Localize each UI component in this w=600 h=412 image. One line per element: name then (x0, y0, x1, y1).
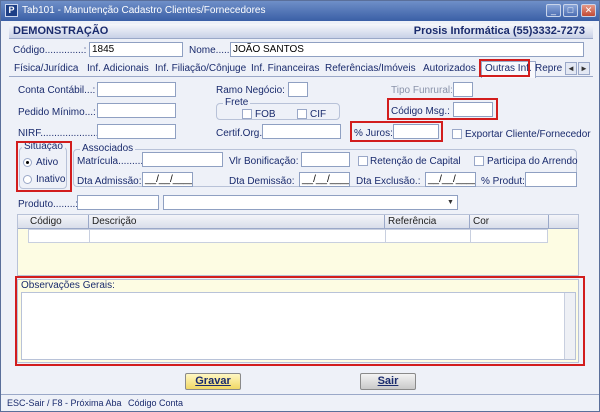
exportar-checkbox[interactable] (452, 129, 462, 139)
tab-scroll-left-icon[interactable]: ◄ (565, 62, 577, 75)
participa-checkbox[interactable] (474, 156, 484, 166)
minimize-button[interactable]: _ (546, 4, 561, 17)
certif-org-input[interactable] (262, 124, 341, 139)
tipo-funrural-input[interactable] (453, 82, 473, 97)
vendor-info: Prosis Informática (55)3332-7273 (413, 25, 585, 37)
col-codigo[interactable]: Código (30, 216, 62, 227)
col-separator (469, 215, 470, 229)
tipo-funrural-label: Tipo Funrural: (391, 85, 453, 96)
cell-separator (470, 230, 471, 242)
cif-label: CIF (310, 109, 327, 120)
dta-demissao-label: Dta Demissão: (229, 176, 295, 187)
nirf-input[interactable] (97, 124, 176, 139)
produto-label: Produto........: (18, 199, 79, 210)
grid-header: Código Descrição Referência Cor (18, 215, 578, 229)
cell-separator (89, 230, 90, 242)
window-title: Tab101 - Manutenção Cadastro Clientes/Fo… (22, 5, 266, 16)
title-bar: P Tab101 - Manutenção Cadastro Clientes/… (1, 1, 599, 21)
company-name: DEMONSTRAÇÃO (13, 25, 109, 37)
col-descricao[interactable]: Descrição (92, 216, 136, 227)
nome-field[interactable]: JOÃO SANTOS (230, 42, 584, 57)
close-button[interactable]: ✕ (581, 4, 596, 17)
pedido-minimo-label: Pedido Mínimo...: (18, 107, 96, 118)
vlr-bonificacao-label: Vlr Bonificação: (229, 156, 299, 167)
gravar-button[interactable]: Gravar (185, 373, 241, 390)
conta-contabil-label: Conta Contábil...: (18, 85, 96, 96)
tab-repre[interactable]: Repre (535, 63, 562, 74)
highlight-observacoes (15, 276, 585, 366)
codigo-field[interactable]: 1845 (89, 42, 183, 57)
dta-demissao-input[interactable]: __/__/____ (299, 172, 350, 187)
table-row[interactable] (28, 229, 548, 243)
company-header: DEMONSTRAÇÃO Prosis Informática (55)3332… (9, 24, 593, 39)
dta-exclusao-label: Dta Exclusão.: (356, 176, 421, 187)
perc-produt-input[interactable] (525, 172, 577, 187)
produtos-grid: Código Descrição Referência Cor (17, 214, 579, 276)
cif-checkbox[interactable] (297, 109, 307, 119)
associados-title: Associados (80, 143, 136, 154)
highlight-perc-juros (350, 121, 443, 142)
tab-referencias-imoveis[interactable]: Referências/Imóveis (325, 63, 416, 74)
nome-label: Nome.....: (189, 45, 233, 56)
dta-admissao-label: Dta Admissão: (77, 176, 142, 187)
status-bar: ESC-Sair / F8 - Próxima Aba Código Conta (1, 394, 599, 411)
col-separator (548, 215, 549, 229)
status-shortcuts: ESC-Sair / F8 - Próxima Aba (7, 398, 122, 408)
retencao-label: Retenção de Capital (370, 156, 461, 167)
app-window: P Tab101 - Manutenção Cadastro Clientes/… (0, 0, 600, 412)
ramo-negocio-input[interactable] (288, 82, 308, 97)
vlr-bonificacao-input[interactable] (301, 152, 350, 167)
retencao-checkbox[interactable] (358, 156, 368, 166)
ramo-negocio-label: Ramo Negócio: (216, 85, 285, 96)
status-field-hint: Código Conta (128, 398, 184, 408)
produto-select[interactable]: ▼ (163, 195, 458, 210)
frete-title: Frete (223, 97, 251, 108)
col-referencia[interactable]: Referência (388, 216, 436, 227)
tab-autorizados[interactable]: Autorizados (423, 63, 476, 74)
cell-separator (385, 230, 386, 242)
col-separator (88, 215, 89, 229)
sair-button[interactable]: Sair (360, 373, 416, 390)
tab-scroll-right-icon[interactable]: ► (578, 62, 590, 75)
app-logo-icon: P (5, 4, 18, 17)
chevron-down-icon: ▼ (447, 199, 454, 206)
fob-label: FOB (255, 109, 276, 120)
dta-admissao-input[interactable]: __/__/____ (142, 172, 193, 187)
tab-inf-adicionais[interactable]: Inf. Adicionais (87, 63, 149, 74)
matricula-input[interactable] (142, 152, 223, 167)
highlight-codigo-msg (387, 98, 498, 120)
participa-label: Participa do Arrendo (487, 156, 578, 167)
codigo-label: Código..............: (13, 45, 87, 56)
nirf-label: NIRF.......................: (18, 128, 107, 139)
produto-code-input[interactable] (77, 195, 159, 210)
tab-inf-filiacao-conjuge[interactable]: Inf. Filiação/Cônjuge (155, 63, 246, 74)
pedido-minimo-input[interactable] (97, 103, 176, 118)
tab-fisica-juridica[interactable]: Física/Jurídica (14, 63, 78, 74)
highlight-situacao (16, 141, 72, 192)
tab-inf-financeiras[interactable]: Inf. Financeiras (251, 63, 319, 74)
col-separator (384, 215, 385, 229)
maximize-button[interactable]: □ (563, 4, 578, 17)
conta-contabil-input[interactable] (97, 82, 176, 97)
highlight-tab-outras-inf (479, 59, 530, 77)
certif-org-label: Certif.Org.: (216, 128, 265, 139)
exportar-label: Exportar Cliente/Fornecedor (465, 129, 591, 140)
col-cor[interactable]: Cor (473, 216, 489, 227)
perc-produt-label: % Produt: (481, 176, 525, 187)
matricula-label: Matrícula..........: (77, 156, 149, 167)
fob-checkbox[interactable] (242, 109, 252, 119)
dta-exclusao-input[interactable]: __/__/____ (425, 172, 476, 187)
